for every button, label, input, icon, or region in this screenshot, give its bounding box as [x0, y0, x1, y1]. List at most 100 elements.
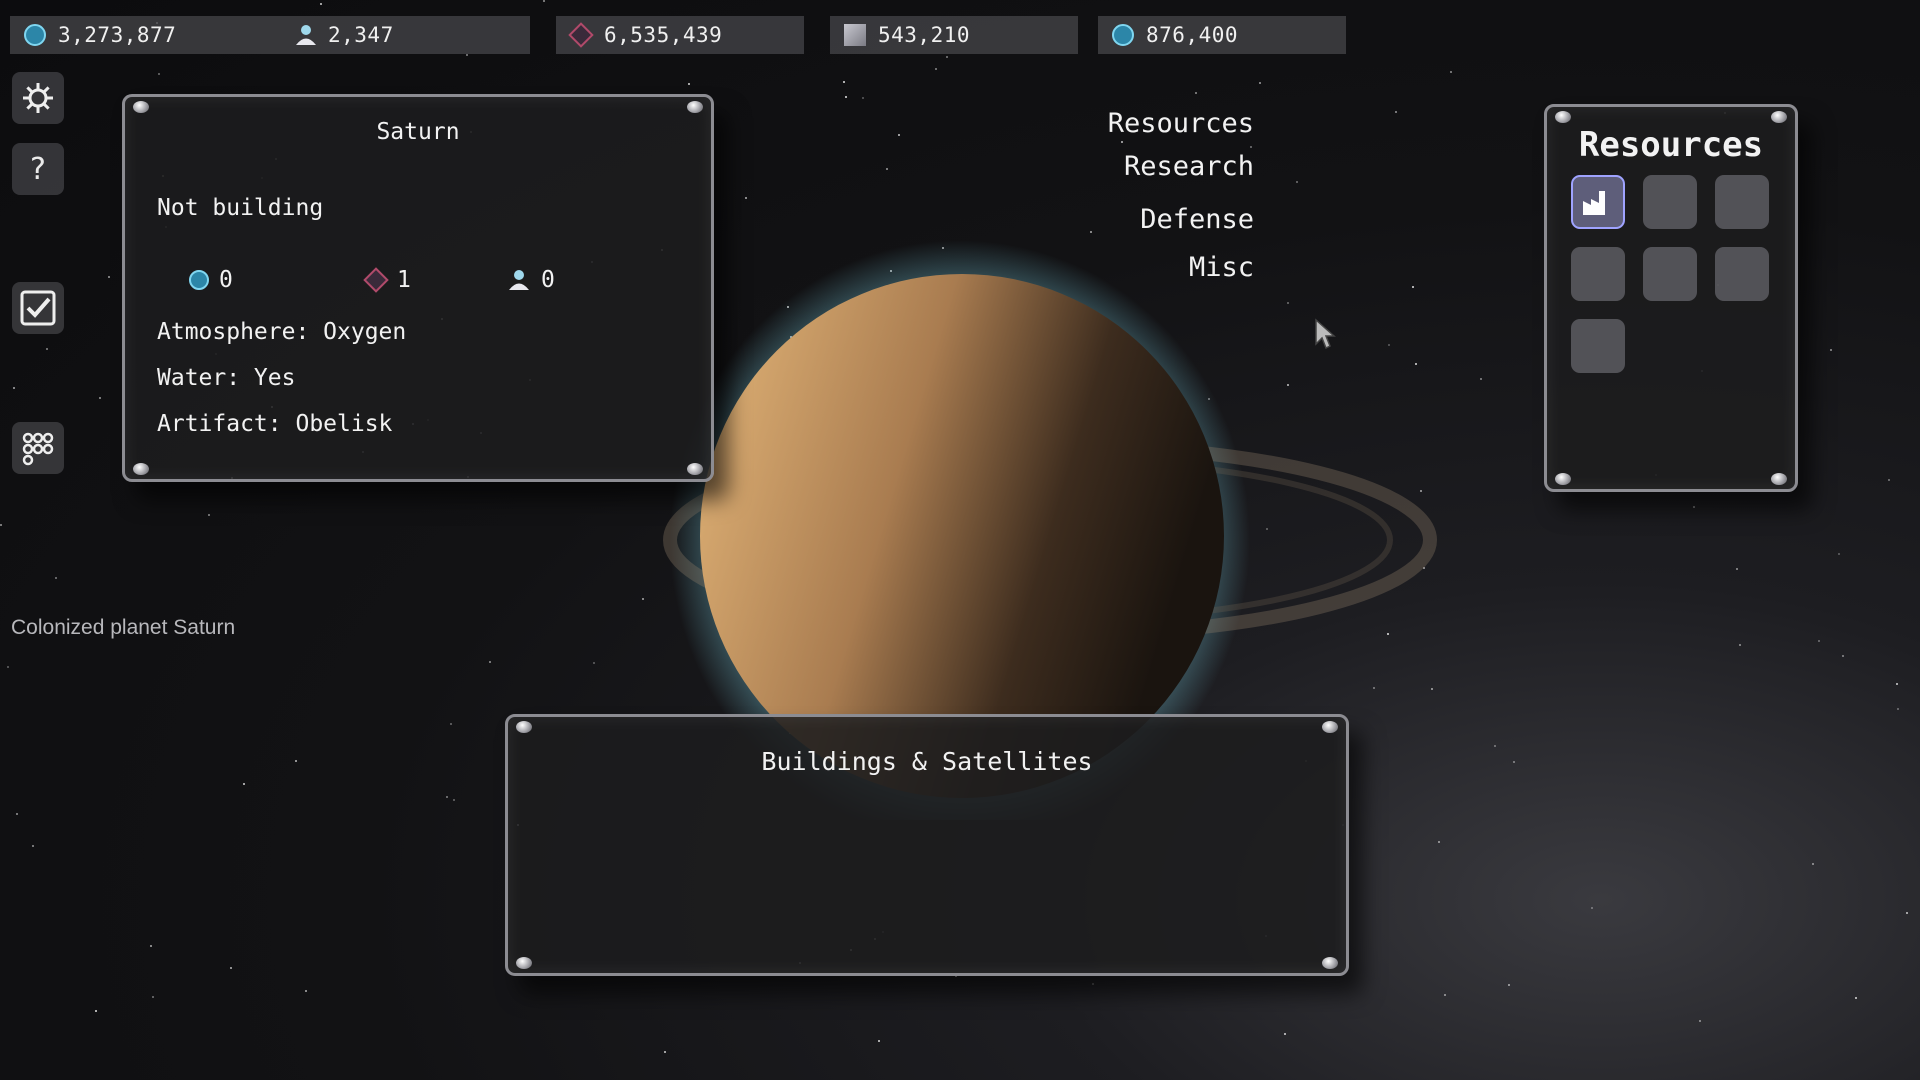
- metal-icon: [844, 24, 866, 46]
- planet-crystal-value: 1: [397, 267, 411, 293]
- star: [688, 83, 690, 85]
- settings-button[interactable]: [12, 72, 64, 124]
- factory-icon: [1583, 191, 1605, 215]
- build-slot[interactable]: [1571, 319, 1625, 373]
- star: [99, 397, 101, 399]
- star: [152, 996, 154, 998]
- panel-bolt: [1555, 111, 1571, 123]
- star: [1830, 349, 1832, 351]
- star: [1480, 378, 1482, 380]
- category-defense[interactable]: Defense: [1140, 204, 1254, 235]
- star: [295, 760, 297, 762]
- star: [13, 387, 15, 389]
- star: [1450, 71, 1452, 73]
- dots-grid-icon: [22, 432, 54, 466]
- credits-icon: [24, 24, 46, 46]
- panel-bolt: [1322, 957, 1338, 969]
- star: [32, 845, 34, 847]
- factory-build-slot[interactable]: [1571, 175, 1625, 229]
- build-slot[interactable]: [1715, 247, 1769, 301]
- help-icon: ?: [30, 151, 46, 187]
- water-info: Water: Yes: [157, 365, 296, 391]
- star: [1818, 640, 1820, 642]
- star: [1838, 553, 1840, 555]
- category-resources[interactable]: Resources: [1108, 108, 1254, 139]
- atmosphere-info: Atmosphere: Oxygen: [157, 319, 407, 345]
- star: [1508, 984, 1510, 986]
- star: [1284, 1033, 1286, 1035]
- population-icon: [294, 24, 316, 46]
- crystal-icon: [568, 22, 594, 48]
- help-button[interactable]: ?: [12, 143, 64, 195]
- star: [1296, 181, 1298, 183]
- metal-counter: 543,210: [830, 16, 1078, 54]
- star: [1250, 146, 1252, 148]
- population-counter: 2,347: [280, 16, 530, 54]
- planet-credits-value: 0: [219, 267, 233, 293]
- star: [1195, 92, 1197, 94]
- star: [1812, 863, 1814, 865]
- star: [108, 276, 110, 278]
- build-slot[interactable]: [1571, 247, 1625, 301]
- tasks-button[interactable]: [12, 282, 64, 334]
- credits-counter: 3,273,877: [10, 16, 280, 54]
- star: [1736, 568, 1738, 570]
- build-slot[interactable]: [1715, 175, 1769, 229]
- star: [16, 813, 18, 815]
- population-value: 2,347: [328, 23, 394, 47]
- star: [946, 56, 948, 58]
- mouse-cursor-icon: [1315, 318, 1336, 350]
- build-slot[interactable]: [1643, 247, 1697, 301]
- star: [450, 723, 452, 725]
- star: [845, 96, 847, 98]
- star: [1395, 111, 1397, 113]
- star: [158, 73, 160, 75]
- grid-menu-button[interactable]: [12, 422, 64, 474]
- panel-bolt: [133, 463, 149, 475]
- panel-bolt: [687, 463, 703, 475]
- star: [1121, 141, 1123, 143]
- category-misc[interactable]: Misc: [1189, 252, 1254, 283]
- star: [95, 1010, 97, 1012]
- buildings-satellites-panel: Buildings & Satellites: [505, 714, 1349, 976]
- panel-bolt: [1771, 473, 1787, 485]
- star: [305, 990, 307, 992]
- panel-bolt: [687, 101, 703, 113]
- build-slot[interactable]: [1643, 175, 1697, 229]
- planet-info-panel: Saturn Not building 0 1 0 Atmosphere: Ox…: [122, 94, 714, 482]
- status-message: Colonized planet Saturn: [11, 616, 236, 639]
- star: [935, 68, 937, 70]
- star: [593, 662, 595, 664]
- star: [1855, 997, 1857, 999]
- star: [453, 799, 455, 801]
- star: [862, 97, 864, 99]
- panel-bolt: [1555, 473, 1571, 485]
- star: [1842, 655, 1844, 657]
- star: [243, 783, 245, 785]
- artifact-info: Artifact: Obelisk: [157, 411, 393, 437]
- star: [1259, 82, 1261, 84]
- panel-bolt: [1322, 721, 1338, 733]
- resources-panel-title: Resources: [1578, 125, 1764, 165]
- category-research[interactable]: Research: [1124, 151, 1254, 182]
- planet-name: Saturn: [376, 119, 460, 145]
- star: [55, 577, 57, 579]
- energy-icon: [1112, 24, 1134, 46]
- star: [543, 0, 545, 2]
- star: [1888, 479, 1890, 481]
- planet-population-value: 0: [541, 267, 555, 293]
- credits-icon: [189, 270, 209, 290]
- star: [1092, 983, 1094, 985]
- star: [1693, 506, 1695, 508]
- star: [878, 1040, 880, 1042]
- star: [1699, 1020, 1701, 1022]
- star: [1438, 841, 1440, 843]
- star: [1513, 761, 1515, 763]
- star: [1090, 231, 1092, 233]
- credits-value: 3,273,877: [58, 23, 177, 47]
- star: [150, 945, 152, 947]
- panel-bolt: [516, 721, 532, 733]
- build-status: Not building: [157, 195, 324, 221]
- star: [230, 967, 232, 969]
- metal-value: 543,210: [878, 23, 971, 47]
